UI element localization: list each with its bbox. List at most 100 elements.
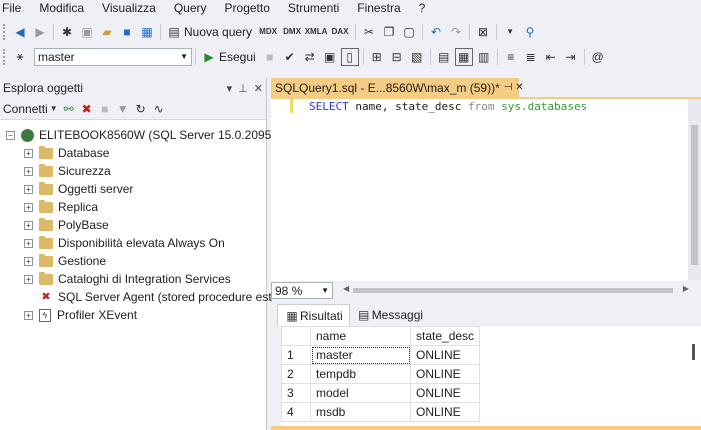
- scrollbar-thumb[interactable]: [691, 125, 698, 265]
- expand-icon[interactable]: +: [24, 148, 33, 158]
- tree-node-sql-agent[interactable]: ✖ SQL Server Agent (stored procedure est: [39, 288, 271, 306]
- editor-vertical-scrollbar[interactable]: [688, 99, 701, 281]
- open-icon[interactable]: ▰: [98, 23, 116, 41]
- cell-state-desc[interactable]: ONLINE: [409, 402, 481, 422]
- cell-name[interactable]: model: [310, 383, 411, 403]
- chevron-down-icon[interactable]: ▼: [49, 100, 59, 118]
- save-icon[interactable]: ■: [118, 23, 136, 41]
- row-number[interactable]: 1: [281, 345, 311, 365]
- chevron-down-icon[interactable]: ▾: [227, 82, 233, 95]
- mdx-icon[interactable]: MDX: [257, 23, 279, 41]
- scroll-right-icon[interactable]: ▶: [683, 284, 689, 293]
- dmx-icon[interactable]: DMX: [281, 23, 303, 41]
- table-row[interactable]: 3 model ONLINE: [281, 383, 481, 403]
- forward-icon[interactable]: ▶: [31, 23, 49, 41]
- new-query-button[interactable]: Nuova query: [184, 25, 252, 39]
- intellisense-icon[interactable]: ▯: [340, 47, 359, 66]
- editor-horizontal-scrollbar[interactable]: ◀ ▶: [343, 284, 689, 295]
- live-stats-icon[interactable]: ⊟: [388, 48, 406, 66]
- copy-icon[interactable]: ❐: [380, 23, 398, 41]
- query-editor[interactable]: SELECT name, state_desc from sys.databas…: [271, 99, 701, 281]
- results-vertical-scrollbar[interactable]: [688, 326, 701, 426]
- stop-icon[interactable]: ■: [97, 100, 113, 118]
- cell-state-desc[interactable]: ONLINE: [409, 383, 481, 403]
- dropdown-icon[interactable]: ▼: [501, 23, 519, 41]
- save-all-icon[interactable]: ▦: [138, 23, 156, 41]
- tree-node-xevent[interactable]: + ϟ Profiler XEvent: [24, 306, 137, 324]
- filter-icon[interactable]: ▼: [115, 100, 131, 118]
- server-node[interactable]: − ELITEBOOK8560W (SQL Server 15.0.2095.3…: [6, 126, 289, 144]
- expand-icon[interactable]: +: [24, 166, 33, 176]
- execute-icon[interactable]: ▶: [200, 48, 218, 66]
- expand-icon[interactable]: +: [24, 274, 33, 284]
- zoom-select[interactable]: 98 % ▼: [271, 282, 333, 299]
- tree-node-polybase[interactable]: + PolyBase: [24, 216, 109, 234]
- expand-icon[interactable]: +: [24, 202, 33, 212]
- new-project-icon[interactable]: ✱: [58, 23, 76, 41]
- expand-icon[interactable]: +: [24, 310, 33, 320]
- indent-icon[interactable]: ⇥: [562, 48, 580, 66]
- client-stats-icon[interactable]: ▧: [408, 48, 426, 66]
- expand-icon[interactable]: +: [24, 220, 33, 230]
- expand-icon[interactable]: +: [24, 238, 33, 248]
- results-grid[interactable]: name state_desc 1 master ONLINE 2 tempdb…: [281, 326, 701, 426]
- menu-strumenti[interactable]: Strumenti: [279, 0, 348, 16]
- expand-icon[interactable]: +: [24, 184, 33, 194]
- scroll-left-icon[interactable]: ◀: [343, 284, 349, 293]
- execute-button[interactable]: Esegui: [219, 50, 256, 64]
- results-grid-icon[interactable]: ▦: [454, 47, 473, 66]
- activity-monitor-icon[interactable]: ∿: [151, 100, 167, 118]
- pin-icon[interactable]: ⊣ ✕: [504, 82, 524, 93]
- undo-icon[interactable]: ↶: [427, 23, 445, 41]
- parse-icon[interactable]: ✔: [281, 48, 299, 66]
- cell-name[interactable]: msdb: [310, 402, 411, 422]
- collapse-icon[interactable]: −: [6, 130, 15, 140]
- code-line-1[interactable]: SELECT name, state_desc from sys.databas…: [309, 100, 587, 114]
- toolbar-grip[interactable]: [3, 48, 7, 65]
- outdent-icon[interactable]: ⇤: [542, 48, 560, 66]
- add-item-icon[interactable]: ▣: [78, 23, 96, 41]
- connect-button[interactable]: Connetti: [3, 102, 48, 116]
- cell-name[interactable]: master: [310, 345, 411, 365]
- tab-results[interactable]: ▦ Risultati: [277, 304, 350, 326]
- menu-help[interactable]: ?: [410, 0, 435, 16]
- paste-icon[interactable]: ▢: [400, 23, 418, 41]
- new-query-icon[interactable]: ▤: [165, 23, 183, 41]
- uncomment-icon[interactable]: ≣: [522, 48, 540, 66]
- tree-node-oggetti-server[interactable]: + Oggetti server: [24, 180, 133, 198]
- scrollbar-thumb[interactable]: [692, 344, 695, 360]
- table-row[interactable]: 4 msdb ONLINE: [281, 402, 481, 422]
- tree-node-database[interactable]: + Database: [24, 144, 109, 162]
- specify-values-icon[interactable]: @: [589, 48, 607, 66]
- tab-messages[interactable]: ▤ Messaggi: [350, 304, 429, 326]
- menu-query[interactable]: Query: [165, 0, 216, 16]
- solution-explorer-icon[interactable]: ⊠: [474, 23, 492, 41]
- menu-progetto[interactable]: Progetto: [216, 0, 279, 16]
- scrollbar-thumb[interactable]: [353, 288, 673, 293]
- close-icon[interactable]: ✕: [254, 82, 263, 95]
- cell-state-desc[interactable]: ONLINE: [409, 345, 481, 365]
- column-header-state-desc[interactable]: state_desc: [409, 326, 481, 346]
- back-icon[interactable]: ◀: [11, 23, 29, 41]
- table-row[interactable]: 2 tempdb ONLINE: [281, 364, 481, 384]
- column-header-name[interactable]: name: [310, 326, 411, 346]
- redo-icon[interactable]: ↷: [447, 23, 465, 41]
- table-row[interactable]: 1 master ONLINE: [281, 345, 481, 365]
- connect-plug-icon[interactable]: ⚹: [11, 48, 29, 66]
- tree-node-sicurezza[interactable]: + Sicurezza: [24, 162, 111, 180]
- database-select[interactable]: master ▼: [34, 47, 192, 66]
- toolbar-grip[interactable]: [3, 23, 7, 40]
- tree-node-replica[interactable]: + Replica: [24, 198, 98, 216]
- tree-node-always-on[interactable]: + Disponibilità elevata Always On: [24, 234, 225, 252]
- search-icon[interactable]: ⚲: [521, 23, 539, 41]
- tree-node-integration-services[interactable]: + Cataloghi di Integration Services: [24, 270, 231, 288]
- menu-file[interactable]: File: [0, 0, 30, 16]
- pin-icon[interactable]: ⊥: [238, 82, 248, 95]
- tab-sqlquery1[interactable]: SQLQuery1.sql - E...8560W\max_m (59))* ⊣…: [271, 78, 524, 97]
- cell-name[interactable]: tempdb: [310, 364, 411, 384]
- actual-plan-icon[interactable]: ⊞: [368, 48, 386, 66]
- row-number[interactable]: 2: [281, 364, 311, 384]
- estimated-plan-icon[interactable]: ⇄: [301, 48, 319, 66]
- stop-icon[interactable]: ■: [261, 48, 279, 66]
- menu-finestra[interactable]: Finestra: [348, 0, 409, 16]
